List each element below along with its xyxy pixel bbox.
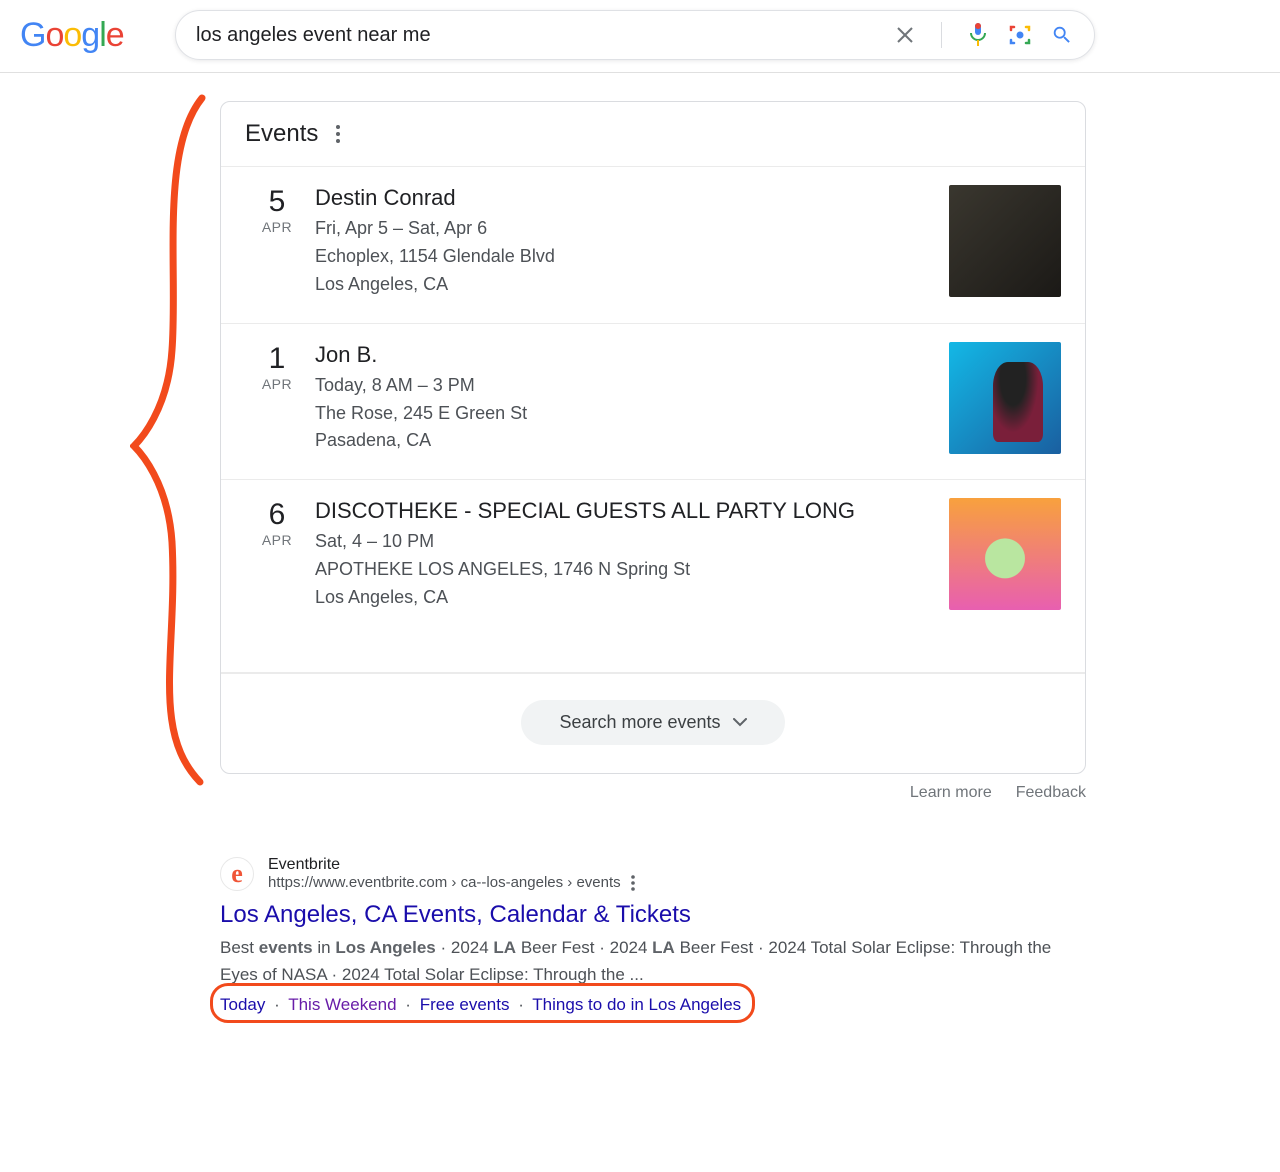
sitelink-things-to-do[interactable]: Things to do in Los Angeles <box>532 995 741 1014</box>
result-description: Best events in Los Angeles · 2024 LA Bee… <box>220 935 1090 989</box>
event-item[interactable]: 6 APR DISCOTHEKE - SPECIAL GUESTS ALL PA… <box>221 480 1085 673</box>
event-details: Destin Conrad Fri, Apr 5 – Sat, Apr 6 Ec… <box>309 185 949 299</box>
event-item[interactable]: 1 APR Jon B. Today, 8 AM – 3 PM The Rose… <box>221 324 1085 481</box>
more-events-label: Search more events <box>559 712 720 733</box>
event-city: Pasadena, CA <box>315 427 949 455</box>
result-options-icon[interactable] <box>631 875 635 891</box>
event-when: Sat, 4 – 10 PM <box>315 528 949 556</box>
result-title-link[interactable]: Los Angeles, CA Events, Calendar & Ticke… <box>220 901 1090 929</box>
image-search-icon[interactable] <box>1008 23 1032 47</box>
event-date: 1 APR <box>245 342 309 392</box>
event-thumbnail <box>949 342 1061 454</box>
events-card-header: Events <box>221 102 1085 167</box>
search-more-events-button[interactable]: Search more events <box>521 700 784 745</box>
event-venue: APOTHEKE LOS ANGELES, 1746 N Spring St <box>315 556 949 584</box>
feedback-link[interactable]: Feedback <box>1016 784 1086 802</box>
event-day: 5 <box>245 187 309 217</box>
separator <box>941 22 942 48</box>
event-day: 1 <box>245 344 309 374</box>
event-details: DISCOTHEKE - SPECIAL GUESTS ALL PARTY LO… <box>309 498 949 612</box>
event-thumbnail <box>949 498 1061 610</box>
result-meta: Eventbrite https://www.eventbrite.com › … <box>268 856 635 891</box>
result-favicon: e <box>220 857 254 891</box>
event-day: 6 <box>245 500 309 530</box>
learn-more-link[interactable]: Learn more <box>910 784 992 802</box>
event-title: Destin Conrad <box>315 185 949 211</box>
voice-search-icon[interactable] <box>966 23 990 47</box>
event-month: APR <box>245 376 309 392</box>
search-button-icon[interactable] <box>1050 23 1074 47</box>
search-bar <box>175 10 1095 60</box>
sitelink-this-weekend[interactable]: This Weekend <box>288 995 396 1014</box>
result-url[interactable]: https://www.eventbrite.com › ca--los-ang… <box>268 874 621 891</box>
event-item[interactable]: 5 APR Destin Conrad Fri, Apr 5 – Sat, Ap… <box>221 167 1085 324</box>
event-title: Jon B. <box>315 342 949 368</box>
event-city: Los Angeles, CA <box>315 271 949 299</box>
event-month: APR <box>245 219 309 235</box>
event-month: APR <box>245 532 309 548</box>
events-card-footer: Learn more Feedback <box>220 784 1086 802</box>
chevron-down-icon <box>733 718 747 727</box>
sitelink-free-events[interactable]: Free events <box>420 995 510 1014</box>
event-thumbnail <box>949 185 1061 297</box>
event-title: DISCOTHEKE - SPECIAL GUESTS ALL PARTY LO… <box>315 498 949 524</box>
google-logo[interactable]: Google <box>20 16 135 55</box>
search-icon-group <box>893 22 1074 48</box>
result-header: e Eventbrite https://www.eventbrite.com … <box>220 856 1090 891</box>
event-when: Fri, Apr 5 – Sat, Apr 6 <box>315 215 949 243</box>
events-card-title: Events <box>245 120 318 148</box>
events-card: Events 5 APR Destin Conrad Fri, Apr 5 – … <box>220 101 1086 774</box>
result-sitelinks: Today · This Weekend · Free events · Thi… <box>220 995 741 1015</box>
clear-icon[interactable] <box>893 23 917 47</box>
results-area: Events 5 APR Destin Conrad Fri, Apr 5 – … <box>0 73 1100 1015</box>
more-options-icon[interactable] <box>336 125 340 143</box>
search-result: e Eventbrite https://www.eventbrite.com … <box>220 856 1090 1015</box>
result-site-name: Eventbrite <box>268 856 635 874</box>
event-details: Jon B. Today, 8 AM – 3 PM The Rose, 245 … <box>309 342 949 456</box>
search-header: Google <box>0 0 1280 73</box>
event-when: Today, 8 AM – 3 PM <box>315 372 949 400</box>
event-date: 5 APR <box>245 185 309 235</box>
event-city: Los Angeles, CA <box>315 584 949 612</box>
result-url-row: https://www.eventbrite.com › ca--los-ang… <box>268 874 635 891</box>
sitelink-today[interactable]: Today <box>220 995 265 1014</box>
event-date: 6 APR <box>245 498 309 548</box>
event-venue: The Rose, 245 E Green St <box>315 400 949 428</box>
search-input[interactable] <box>196 24 893 47</box>
more-events-row: Search more events <box>221 673 1085 773</box>
event-venue: Echoplex, 1154 Glendale Blvd <box>315 243 949 271</box>
